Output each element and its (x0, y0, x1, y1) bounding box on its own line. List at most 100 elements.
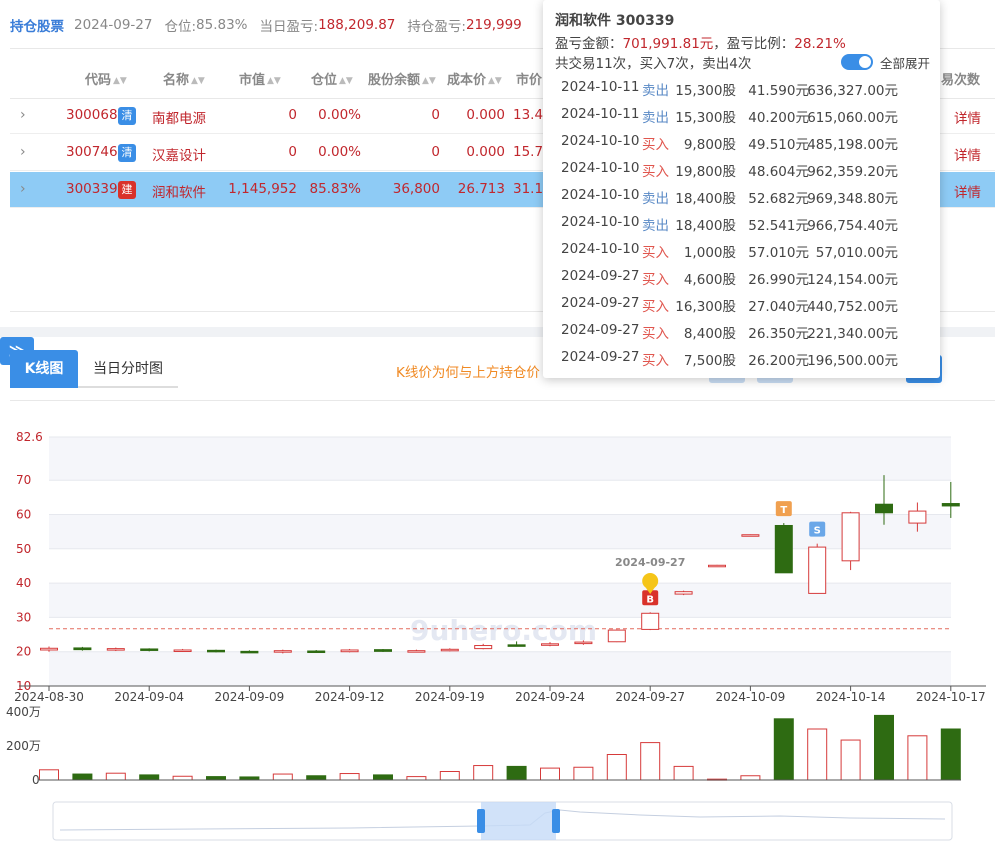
candle-body (173, 649, 192, 652)
trade-date: 2024-09-27 (561, 295, 640, 311)
x-tick-label: 2024-09-04 (114, 690, 184, 704)
candle-body (340, 649, 359, 653)
trade-price: 40.200元 (748, 110, 809, 126)
volume-bar (506, 765, 527, 781)
candle-body (73, 647, 92, 651)
candle-body (741, 534, 760, 537)
volume-bar (773, 718, 794, 781)
candle-body (641, 612, 660, 630)
trade-qty: 8,400股 (683, 326, 736, 342)
x-tick-label: 2024-09-12 (315, 690, 385, 704)
volume-bar (540, 767, 560, 781)
candle-body (541, 643, 559, 646)
trade-row: 2024-10-10 买入 9,800股 49.510元 485,198.00元 (543, 127, 940, 154)
candle-body (407, 650, 426, 653)
candle-body (674, 591, 693, 595)
trade-side: 买入 (642, 164, 669, 180)
callout-date: 2024-09-27 (615, 556, 685, 569)
price-tick-label: 30 (16, 610, 31, 624)
candle-body (273, 650, 292, 653)
volume-bar (606, 754, 627, 781)
volume-bar (907, 735, 928, 781)
volume-bar (306, 775, 327, 781)
pnl-value: 701,991.81元 (622, 36, 714, 52)
ratio-label: ，盈亏比例： (713, 36, 795, 52)
volume-bar (439, 771, 460, 781)
candle-body (440, 648, 459, 652)
tooltip-pnl-line: 盈亏金额：701,991.81元，盈亏比例：28.21% (555, 32, 846, 52)
volume-bar (406, 776, 427, 781)
trade-amount: 969,348.80元 (807, 191, 898, 207)
volume-tick-label: 200万 (6, 739, 41, 753)
trade-price: 49.510元 (748, 137, 809, 153)
expand-all-toggle[interactable] (841, 54, 873, 70)
x-tick-label: 2024-08-30 (14, 690, 84, 704)
trade-marker-label: S (814, 526, 821, 537)
volume-bar (39, 769, 59, 781)
trade-row: 2024-09-27 买入 8,400股 26.350元 221,340.00元 (543, 316, 940, 343)
x-tick-label: 2024-09-24 (515, 690, 585, 704)
candle-body (808, 546, 827, 594)
trade-amount: 966,754.40元 (807, 218, 898, 234)
volume-bar (874, 714, 894, 781)
watermark-logo: 9uhero.com (410, 614, 597, 647)
candle-body (875, 503, 893, 514)
trade-amount: 485,198.00元 (807, 137, 898, 153)
zoom-window (481, 802, 556, 840)
trade-price: 52.682元 (748, 191, 809, 207)
candle-body (140, 648, 159, 651)
trade-qty: 7,500股 (683, 353, 736, 369)
volume-bar (172, 775, 193, 781)
trade-qty: 16,300股 (675, 299, 736, 315)
pnl-label: 盈亏金额： (555, 36, 623, 52)
trade-date: 2024-10-10 (561, 214, 640, 230)
trade-marker-label: T (780, 505, 787, 516)
trade-date: 2024-10-11 (561, 79, 640, 95)
volume-bar (339, 773, 360, 781)
trade-date: 2024-09-27 (561, 268, 640, 284)
trade-qty: 19,800股 (675, 164, 736, 180)
volume-bar (206, 776, 226, 781)
candle-body (708, 564, 726, 568)
volume-tick-label: 0 (32, 773, 40, 787)
candle-body (474, 645, 493, 650)
volume-bar (72, 773, 93, 781)
trade-qty: 18,400股 (675, 218, 736, 234)
trade-row: 2024-10-10 卖出 18,400股 52.541元 966,754.40元 (543, 208, 940, 235)
trade-price: 27.040元 (748, 299, 809, 315)
price-tick-label: 60 (16, 508, 31, 522)
trade-price: 52.541元 (748, 218, 809, 234)
trade-price: 41.590元 (748, 83, 809, 99)
price-tick-label: 50 (16, 542, 31, 556)
zoom-handle-left[interactable] (477, 809, 485, 833)
trade-amount: 636,327.00元 (807, 83, 898, 99)
x-tick-label: 2024-09-09 (215, 690, 285, 704)
trade-qty: 1,000股 (683, 245, 736, 261)
x-tick-label: 2024-09-27 (615, 690, 685, 704)
price-tick-label: 82.6 (16, 430, 43, 444)
candle-body (374, 649, 392, 652)
volume-bar (573, 766, 594, 781)
trade-date: 2024-09-27 (561, 322, 640, 338)
trade-side: 卖出 (642, 218, 669, 234)
trade-row: 2024-10-11 卖出 15,300股 40.200元 615,060.00元 (543, 100, 940, 127)
trade-side: 买入 (642, 245, 669, 261)
trade-side: 卖出 (642, 83, 669, 99)
trade-side: 买入 (642, 353, 669, 369)
trade-qty: 9,800股 (683, 137, 736, 153)
volume-bar (940, 728, 961, 781)
candle-body (507, 644, 526, 647)
trade-side: 买入 (642, 272, 669, 288)
volume-bar (139, 774, 160, 781)
trade-price: 26.350元 (748, 326, 809, 342)
price-tick-label: 70 (16, 473, 31, 487)
trade-side: 买入 (642, 299, 669, 315)
zoom-handle-right[interactable] (552, 809, 560, 833)
trade-side: 卖出 (642, 191, 669, 207)
volume-bar (640, 742, 661, 781)
volume-bar (673, 765, 694, 781)
trade-amount: 615,060.00元 (807, 110, 898, 126)
trade-date: 2024-10-10 (561, 160, 640, 176)
candle-body (841, 512, 860, 562)
x-tick-label: 2024-10-09 (716, 690, 786, 704)
